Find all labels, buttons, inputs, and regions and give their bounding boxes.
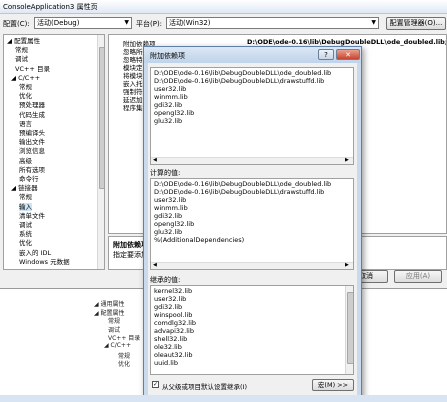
bg-tree-item: 优化: [118, 361, 131, 369]
platform-select-value: 活动(Win32): [169, 19, 211, 27]
scroll-left-icon[interactable]: ◀: [153, 262, 157, 268]
tree-item[interactable]: 清单文件: [19, 212, 45, 220]
evaluated-hscrollbar[interactable]: ◀ ▶: [151, 262, 353, 269]
tree-item[interactable]: 常规: [19, 193, 32, 201]
config-manager-button[interactable]: 配置管理器(O)...: [386, 17, 446, 30]
tree-item[interactable]: 预处理器: [19, 101, 45, 109]
chevron-down-icon: ▼: [371, 19, 376, 26]
config-label: 配置(C):: [3, 20, 30, 28]
property-tree: ◢ 配置属性 常规 调试 VC++ 目录 ◢ C/C++ 常规 优化 预处理器 代码生成 语言 预编…: [3, 34, 105, 270]
input-line: glu32.lib: [154, 117, 183, 125]
window-title: ConsoleApplication3 属性页: [3, 3, 98, 11]
config-select[interactable]: 活动(Debug) ▼: [34, 17, 132, 29]
inherit-checkbox-label: 从父级或项目默认设置继承(I): [162, 383, 247, 391]
inherited-values-box: kernel32.lib user32.lib gdi32.lib winspool.…: [150, 285, 354, 375]
tree-item[interactable]: Windows 元数据: [19, 258, 70, 266]
tree-item[interactable]: 常规: [15, 46, 28, 54]
evaluated-values-box: D:\ODE\ode-0.16\lib\DebugDoubleDLL\ode_d…: [150, 178, 354, 270]
tree-item[interactable]: 系统: [19, 230, 32, 238]
dialog-title: 附加依赖项: [150, 52, 185, 60]
tree-item[interactable]: 调试: [19, 221, 32, 229]
dependencies-input[interactable]: D:\ODE\ode-0.16\lib\DebugDoubleDLL\ode_d…: [150, 67, 354, 165]
input-hscrollbar[interactable]: ◀ ▶: [151, 157, 353, 164]
tree-item[interactable]: 语言: [19, 120, 32, 128]
tree-item[interactable]: 命令行: [19, 175, 39, 183]
apply-button[interactable]: 应用(A): [394, 270, 442, 283]
scroll-left-icon[interactable]: ◀: [153, 157, 157, 163]
bg-tree-item: ◢ C/C++: [104, 342, 131, 349]
inherit-checkbox[interactable]: ✓: [152, 381, 159, 388]
tree-item[interactable]: 嵌入的 IDL: [19, 249, 51, 257]
tree-item[interactable]: ◢ 配置属性: [7, 37, 40, 45]
tree-scrollbar-thumb[interactable]: [99, 47, 104, 189]
tree-item[interactable]: 预编译头: [19, 129, 45, 137]
taskbar: [0, 395, 447, 402]
tree-item[interactable]: 高级: [19, 157, 32, 165]
inherited-label: 继承的值:: [150, 276, 181, 284]
chevron-down-icon: ▼: [124, 19, 129, 26]
tree-item[interactable]: 输入: [19, 202, 32, 211]
evaluated-label: 计算的值:: [150, 169, 181, 177]
tree-item[interactable]: 输出文件: [19, 138, 45, 146]
dialog-titlebar: 附加依赖项 ? ✕: [144, 47, 361, 63]
scroll-right-icon[interactable]: ▶: [345, 157, 349, 163]
inherited-scrollbar-thumb[interactable]: [347, 292, 353, 364]
tree-item[interactable]: 代码生成: [19, 111, 45, 119]
close-icon[interactable]: ✕: [336, 49, 360, 60]
dialog-body: D:\ODE\ode-0.16\lib\DebugDoubleDLL\ode_d…: [148, 63, 357, 399]
tree-item[interactable]: 调试: [15, 55, 28, 63]
platform-select[interactable]: 活动(Win32) ▼: [166, 17, 379, 29]
tree-item[interactable]: 所有选项: [19, 166, 45, 174]
config-select-value: 活动(Debug): [37, 19, 80, 27]
window-titlebar: ConsoleApplication3 属性页: [0, 0, 447, 14]
tree-item[interactable]: 优化: [19, 92, 32, 100]
inherited-line: uuid.lib: [154, 359, 178, 367]
tree-scrollbar[interactable]: [97, 35, 104, 269]
tree-item[interactable]: VC++ 目录: [15, 65, 50, 73]
platform-label: 平台(P):: [136, 20, 163, 28]
tree-item[interactable]: ◢ C/C++: [11, 74, 40, 82]
tree-item[interactable]: 优化: [19, 239, 32, 247]
macros-button[interactable]: 宏(M) >>: [312, 379, 354, 391]
additional-dependencies-value[interactable]: D:\ODE\ode-0.16\lib\DebugDoubleDLL\ode_d…: [247, 38, 446, 46]
scroll-right-icon[interactable]: ▶: [345, 262, 349, 268]
evaluated-line: %(AdditionalDependencies): [154, 236, 245, 244]
tree-item[interactable]: ◢ 链接器: [11, 184, 38, 192]
inherited-vscrollbar[interactable]: [345, 286, 353, 374]
config-toolbar: 配置(C): 活动(Debug) ▼ 平台(P): 活动(Win32) ▼ 配置…: [0, 14, 447, 34]
help-button[interactable]: ?: [318, 49, 334, 60]
tree-item[interactable]: 常规: [19, 83, 32, 91]
tree-item[interactable]: 浏览信息: [19, 147, 45, 155]
additional-dependencies-dialog: 附加依赖项 ? ✕ D:\ODE\ode-0.16\lib\DebugDoubl…: [143, 46, 362, 402]
